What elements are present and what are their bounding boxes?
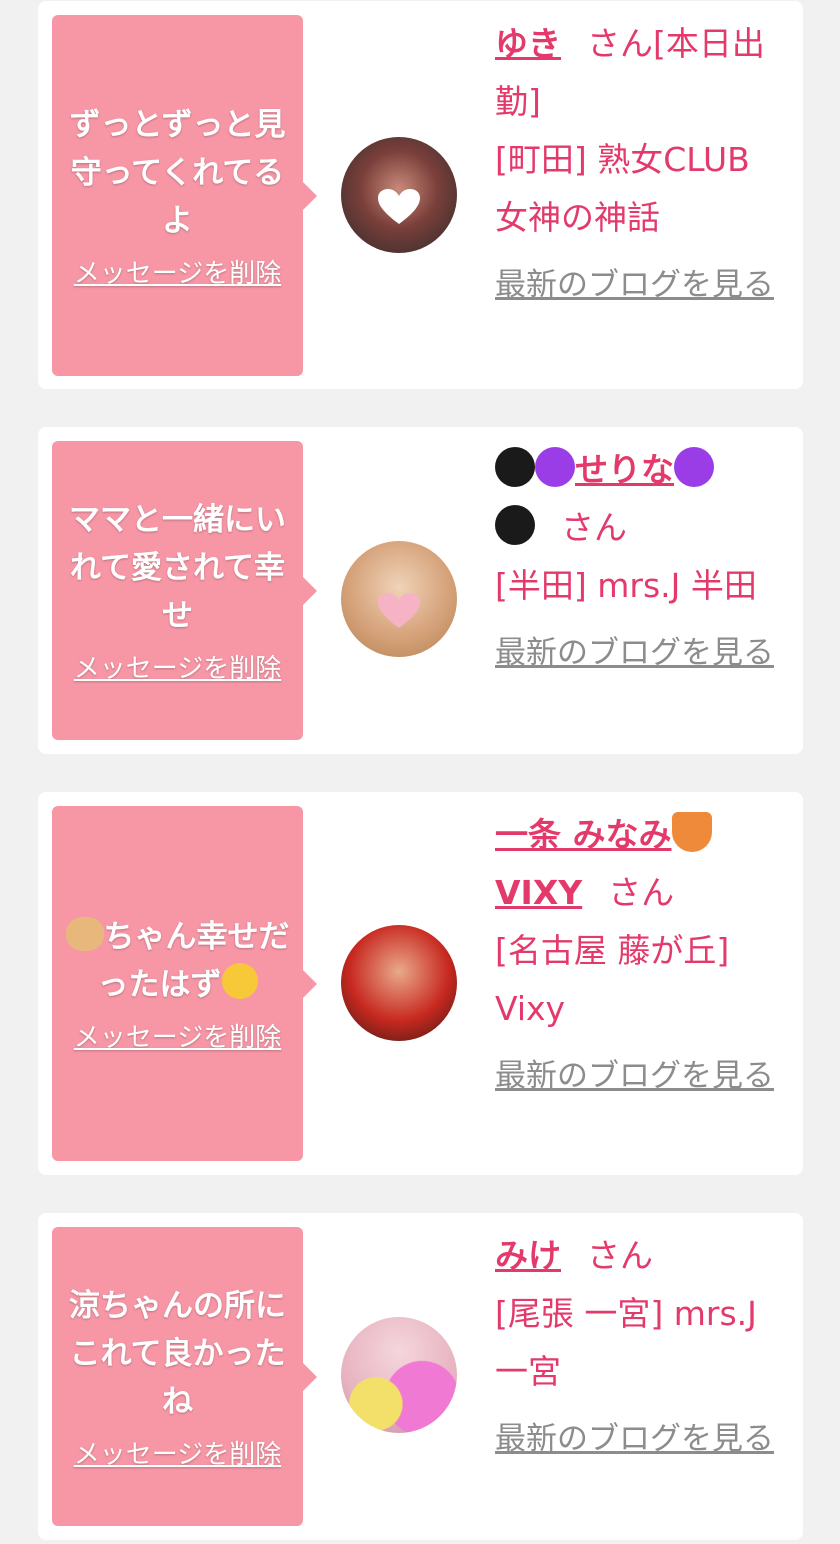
purple-heart-icon (535, 447, 575, 487)
delete-message-link[interactable]: メッセージを削除 (74, 253, 281, 290)
fox-icon (671, 812, 712, 852)
message-text: 涼ちゃんの所にこれて良かったね (69, 1288, 286, 1420)
smiling-face-icon (221, 963, 258, 999)
cast-name-link[interactable]: みけ (495, 1236, 561, 1275)
message-card: ずっとずっと見守ってくれてるよ メッセージを削除 ゆき さん[本日出勤] [町田]… (38, 1, 803, 389)
latest-blog-link[interactable]: 最新のブログを見る (495, 257, 774, 313)
shop-text: [町田] 熟女CLUB 女神の神話 (495, 140, 750, 237)
cast-name-suffix: VIXY (495, 873, 583, 912)
cast-info: みけ さん [尾張 一宮] mrs.J 一宮 最新のブログを見る (495, 1227, 790, 1467)
cast-name-text: せりな (575, 450, 674, 489)
message-bubble: ママと一緒にいれて愛されて幸せ メッセージを削除 (52, 441, 317, 740)
black-heart-icon (495, 505, 535, 545)
latest-blog-link[interactable]: 最新のブログを見る (495, 1048, 774, 1104)
message-text: ママと一緒にいれて愛されて幸せ (69, 502, 286, 634)
delete-message-link[interactable]: メッセージを削除 (74, 648, 281, 685)
purple-heart-icon (674, 447, 714, 487)
cast-name-link[interactable]: ゆき (495, 24, 561, 63)
avatar[interactable] (341, 137, 457, 253)
message-card: ちゃん幸せだったはず メッセージを削除 一条 みなみ VIXY さん [名古屋 藤が… (38, 792, 803, 1175)
honorific: さん (587, 24, 653, 63)
cast-info: せりなさん [半田] mrs.J 半田 最新のブログを見る (495, 441, 790, 681)
avatar[interactable] (341, 925, 457, 1041)
pink-heart-icon (378, 592, 420, 628)
honorific: さん (608, 873, 675, 912)
delete-message-link[interactable]: メッセージを削除 (74, 1434, 281, 1471)
cast-info: 一条 みなみ VIXY さん [名古屋 藤が丘] Vixy 最新のブログを見る (495, 806, 790, 1104)
message-bubble: ちゃん幸せだったはず メッセージを削除 (52, 806, 317, 1161)
message-text: ちゃん幸せだったはず (52, 913, 303, 1009)
cast-name-link[interactable]: 一条 みなみ VIXY (495, 812, 712, 912)
message-card: ママと一緒にいれて愛されて幸せ メッセージを削除 せりなさん [半田] mrs.… (38, 427, 803, 754)
honorific: さん (561, 508, 627, 547)
latest-blog-link[interactable]: 最新のブログを見る (495, 625, 774, 681)
message-card: 涼ちゃんの所にこれて良かったね メッセージを削除 みけ さん [尾張 一宮] mr… (38, 1213, 803, 1540)
message-text-part: ちゃん幸せだったはず (97, 919, 290, 1003)
message-text: ずっとずっと見守ってくれてるよ (69, 107, 286, 239)
delete-message-link[interactable]: メッセージを削除 (74, 1017, 281, 1054)
avatar[interactable] (341, 541, 457, 657)
cast-info: ゆき さん[本日出勤] [町田] 熟女CLUB 女神の神話 最新のブログを見る (495, 15, 790, 313)
honorific: さん (587, 1236, 653, 1275)
message-bubble: 涼ちゃんの所にこれて良かったね メッセージを削除 (52, 1227, 317, 1526)
cast-name-text: 一条 みなみ (495, 815, 672, 854)
shop-text: [尾張 一宮] mrs.J 一宮 (495, 1294, 757, 1391)
shop-text: [半田] mrs.J 半田 (495, 566, 757, 605)
white-heart-icon (378, 188, 420, 224)
avatar[interactable] (341, 1317, 457, 1433)
message-bubble: ずっとずっと見守ってくれてるよ メッセージを削除 (52, 15, 317, 376)
latest-blog-link[interactable]: 最新のブログを見る (495, 1411, 774, 1467)
message-list: ずっとずっと見守ってくれてるよ メッセージを削除 ゆき さん[本日出勤] [町田]… (0, 0, 840, 1544)
dog-icon (65, 917, 104, 951)
black-heart-icon (495, 447, 535, 487)
shop-text: [名古屋 藤が丘] Vixy (495, 931, 730, 1028)
